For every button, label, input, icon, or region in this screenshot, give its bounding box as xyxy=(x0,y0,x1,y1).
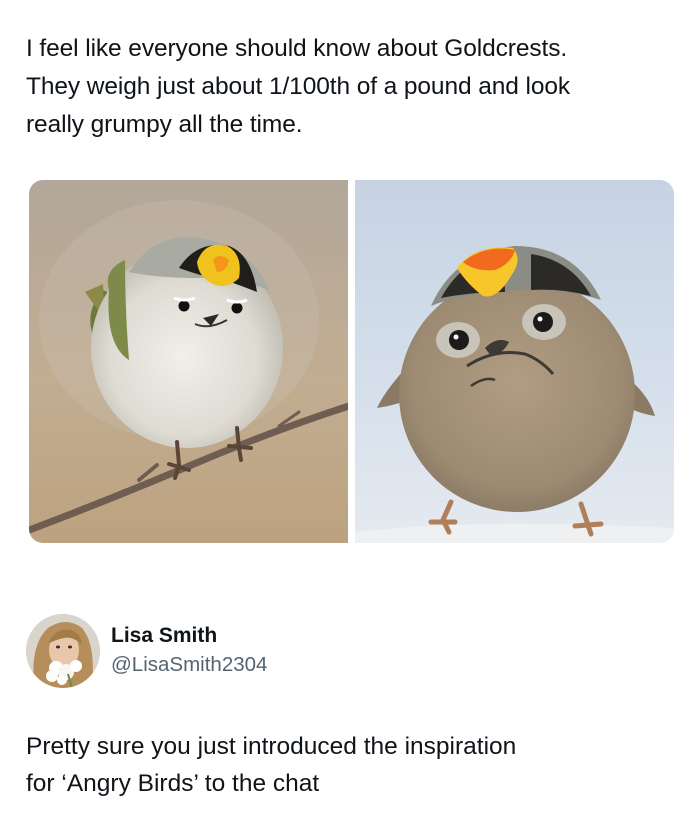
post-text: I feel like everyone should know about G… xyxy=(26,35,571,138)
goldcrest-on-branch-photo-icon xyxy=(29,180,348,543)
media-photo-1[interactable] xyxy=(29,180,348,543)
reply-header: Lisa Smith @LisaSmith2304 xyxy=(26,614,676,690)
media-photo-2[interactable] xyxy=(355,180,674,543)
profile-avatar-icon xyxy=(26,614,100,688)
avatar[interactable] xyxy=(26,614,100,688)
media-grid xyxy=(29,180,674,543)
grumpy-goldcrest-photo-icon xyxy=(355,180,674,543)
author-name[interactable]: Lisa Smith xyxy=(111,623,217,649)
author-handle[interactable]: @LisaSmith2304 xyxy=(111,652,267,678)
reply-text: Pretty sure you just introduced the insp… xyxy=(26,733,517,797)
